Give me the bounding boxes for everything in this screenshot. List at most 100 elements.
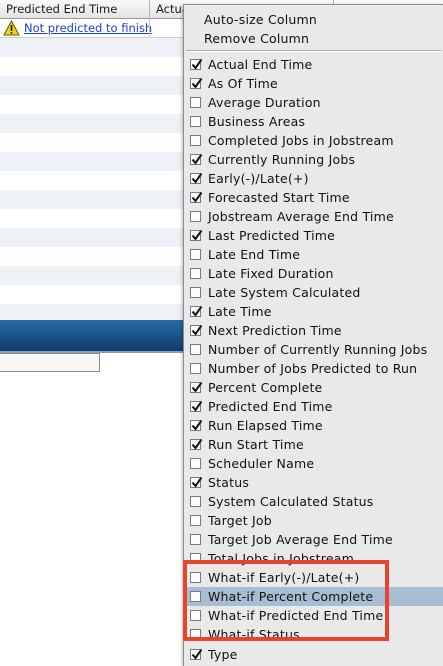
menu-item-label: Run Elapsed Time: [208, 418, 323, 433]
menu-item-label: Completed Jobs in Jobstream: [208, 133, 394, 148]
menu-item-what-if-predicted-end-time[interactable]: What-if Predicted End Time: [184, 606, 443, 625]
menu-item-next-prediction-time[interactable]: Next Prediction Time: [184, 321, 443, 340]
menu-item-label: Number of Jobs Predicted to Run: [208, 361, 418, 376]
menu-item-label: Actual End Time: [208, 57, 313, 72]
menu-item-label: Forecasted Start Time: [208, 190, 350, 205]
checkbox-checked-icon[interactable]: [190, 58, 203, 70]
menu-item-label: Status: [208, 475, 250, 490]
menu-item-forecasted-start-time[interactable]: Forecasted Start Time: [184, 188, 443, 207]
menu-item-label: Total Jobs in Jobstream: [208, 551, 354, 566]
menu-item-jobstream-average-end-time[interactable]: Jobstream Average End Time: [184, 207, 443, 226]
menu-item-label: Late Fixed Duration: [208, 266, 334, 281]
checkbox-checked-icon[interactable]: [190, 229, 203, 241]
checkbox-unchecked-icon[interactable]: [190, 496, 201, 507]
checkbox-checked-icon[interactable]: [190, 172, 203, 184]
checkbox-unchecked-icon[interactable]: [190, 97, 201, 108]
checkbox-checked-icon[interactable]: [190, 77, 203, 89]
checkbox-unchecked-icon[interactable]: [190, 363, 201, 374]
menu-item-status[interactable]: Status: [184, 473, 443, 492]
checkbox-unchecked-icon[interactable]: [190, 534, 201, 545]
menu-item-label: What-if Status: [208, 627, 300, 642]
checkbox-unchecked-icon[interactable]: [190, 629, 201, 640]
menu-item-label: Jobstream Average End Time: [208, 209, 394, 224]
cell-divider: [149, 19, 150, 37]
menu-item-remove-column[interactable]: Remove Column: [184, 29, 443, 48]
checkbox-checked-icon[interactable]: [190, 438, 203, 450]
menu-item-late-fixed-duration[interactable]: Late Fixed Duration: [184, 264, 443, 283]
menu-item-what-if-percent-complete[interactable]: What-if Percent Complete: [184, 587, 443, 606]
menu-item-run-start-time[interactable]: Run Start Time: [184, 435, 443, 454]
menu-item-type[interactable]: Type: [184, 645, 443, 664]
checkbox-unchecked-icon[interactable]: [190, 553, 201, 564]
menu-item-label: Predicted End Time: [208, 399, 333, 414]
menu-item-label: Average Duration: [208, 95, 321, 110]
checkbox-checked-icon[interactable]: [190, 191, 203, 203]
menu-item-percent-complete[interactable]: Percent Complete: [184, 378, 443, 397]
checkbox-checked-icon[interactable]: [190, 153, 203, 165]
checkbox-unchecked-icon[interactable]: [190, 610, 201, 621]
menu-item-label: As Of Time: [208, 76, 278, 91]
menu-item-system-calculated-status[interactable]: System Calculated Status: [184, 492, 443, 511]
menu-item-late-time[interactable]: Late Time: [184, 302, 443, 321]
checkbox-checked-icon[interactable]: [190, 381, 203, 393]
menu-item-what-if-status[interactable]: What-if Status: [184, 625, 443, 644]
menu-item-auto-size-column[interactable]: Auto-size Column: [184, 10, 443, 29]
checkbox-checked-icon[interactable]: [190, 476, 203, 488]
menu-item-label: Auto-size Column: [204, 12, 318, 27]
menu-item-target-job-average-end-time[interactable]: Target Job Average End Time: [184, 530, 443, 549]
text-input[interactable]: [0, 353, 100, 372]
menu-item-label: Business Areas: [208, 114, 306, 129]
menu-item-target-job[interactable]: Target Job: [184, 511, 443, 530]
menu-item-late-end-time[interactable]: Late End Time: [184, 245, 443, 264]
checkbox-checked-icon[interactable]: [190, 305, 203, 317]
menu-item-currently-running-jobs[interactable]: Currently Running Jobs: [184, 150, 443, 169]
menu-item-predicted-end-time[interactable]: Predicted End Time: [184, 397, 443, 416]
checkbox-unchecked-icon[interactable]: [190, 287, 201, 298]
column-header[interactable]: Predicted End Time: [0, 0, 150, 18]
checkbox-checked-icon[interactable]: [190, 648, 203, 660]
checkbox-unchecked-icon[interactable]: [190, 344, 201, 355]
menu-item-label: Scheduler Name: [208, 456, 315, 471]
menu-item-completed-jobs-in-jobstream[interactable]: Completed Jobs in Jobstream: [184, 131, 443, 150]
menu-item-business-areas[interactable]: Business Areas: [184, 112, 443, 131]
checkbox-checked-icon[interactable]: [190, 419, 203, 431]
warning-icon: [3, 19, 20, 36]
menu-item-label: Remove Column: [204, 31, 310, 46]
checkbox-unchecked-icon[interactable]: [190, 268, 201, 279]
checkbox-unchecked-icon[interactable]: [190, 515, 201, 526]
menu-item-early-late[interactable]: Early(-)/Late(+): [184, 169, 443, 188]
checkbox-unchecked-icon[interactable]: [190, 211, 201, 222]
checkbox-unchecked-icon[interactable]: [190, 572, 201, 583]
menu-item-what-if-early-late[interactable]: What-if Early(-)/Late(+): [184, 568, 443, 587]
prediction-status-link[interactable]: Not predicted to finish: [24, 20, 152, 36]
menu-item-label: Run Start Time: [208, 437, 304, 452]
menu-item-last-predicted-time[interactable]: Last Predicted Time: [184, 226, 443, 245]
checkbox-unchecked-icon[interactable]: [190, 591, 201, 602]
checkbox-unchecked-icon[interactable]: [190, 458, 201, 469]
checkbox-unchecked-icon[interactable]: [190, 249, 201, 260]
menu-item-label: System Calculated Status: [208, 494, 374, 509]
menu-item-label: Number of Currently Running Jobs: [208, 342, 428, 357]
menu-item-late-system-calculated[interactable]: Late System Calculated: [184, 283, 443, 302]
menu-item-label: Target Job: [208, 513, 272, 528]
menu-item-label: Last Predicted Time: [208, 228, 336, 243]
checkbox-unchecked-icon[interactable]: [190, 135, 201, 146]
menu-item-label: What-if Early(-)/Late(+): [208, 570, 360, 585]
menu-item-actual-end-time[interactable]: Actual End Time: [184, 55, 443, 74]
menu-item-number-of-currently-running-jobs[interactable]: Number of Currently Running Jobs: [184, 340, 443, 359]
menu-item-label: Early(-)/Late(+): [208, 171, 309, 186]
menu-item-label: Currently Running Jobs: [208, 152, 356, 167]
menu-item-average-duration[interactable]: Average Duration: [184, 93, 443, 112]
menu-item-scheduler-name[interactable]: Scheduler Name: [184, 454, 443, 473]
checkbox-unchecked-icon[interactable]: [190, 116, 201, 127]
checkbox-checked-icon[interactable]: [190, 400, 203, 412]
menu-item-label: Type: [208, 647, 238, 662]
menu-item-label: Late System Calculated: [208, 285, 361, 300]
menu-item-number-of-jobs-predicted-to-run[interactable]: Number of Jobs Predicted to Run: [184, 359, 443, 378]
menu-item-as-of-time[interactable]: As Of Time: [184, 74, 443, 93]
menu-item-run-elapsed-time[interactable]: Run Elapsed Time: [184, 416, 443, 435]
menu-item-total-jobs-in-jobstream[interactable]: Total Jobs in Jobstream: [184, 549, 443, 568]
column-context-menu: Auto-size Column Remove Column Actual En…: [183, 4, 443, 666]
checkbox-checked-icon[interactable]: [190, 324, 203, 336]
menu-item-label: Late Time: [208, 304, 272, 319]
